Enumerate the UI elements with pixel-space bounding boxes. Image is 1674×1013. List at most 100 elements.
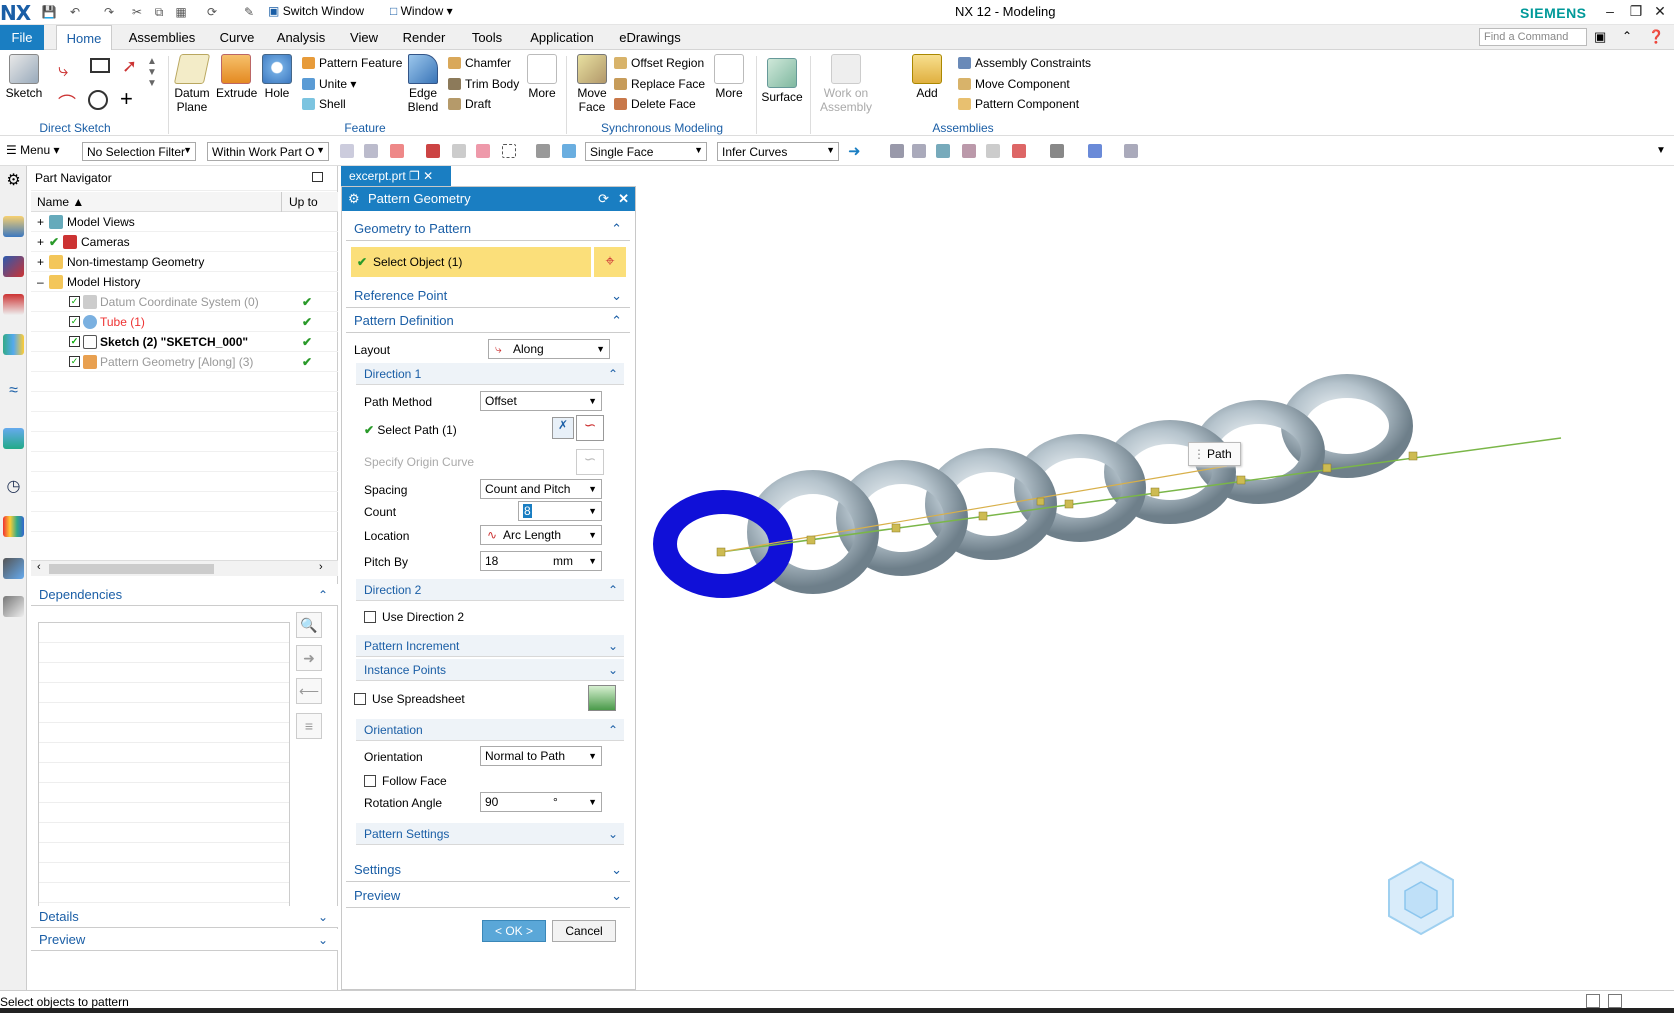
tree-row-model-views[interactable]: + Model Views xyxy=(31,212,338,232)
tab-edrawings[interactable]: eDrawings xyxy=(612,25,688,50)
settings-section[interactable]: Settings ⌄ xyxy=(346,858,630,882)
delete-face-button[interactable]: Delete Face xyxy=(614,97,696,111)
layer-icon[interactable] xyxy=(1050,144,1064,158)
pattern-definition-section[interactable]: Pattern Definition ⌃ xyxy=(346,309,630,333)
magnifier-icon[interactable]: 🔍 xyxy=(296,612,322,638)
copy-icon[interactable]: ⧉ xyxy=(150,4,168,20)
select-features-icon[interactable] xyxy=(426,144,440,158)
cut-icon[interactable]: ✂ xyxy=(128,4,146,20)
tab-view[interactable]: View xyxy=(342,25,386,50)
scroll-left-icon[interactable]: ‹ xyxy=(37,561,41,573)
constraint-navigator-icon[interactable] xyxy=(3,294,24,315)
draft-button[interactable]: Draft xyxy=(448,97,491,111)
graphics-viewport[interactable]: ⋮ Path xyxy=(637,186,1674,990)
spreadsheet-icon[interactable] xyxy=(588,685,616,711)
help-icon[interactable]: ❓ xyxy=(1648,29,1664,45)
snap-point-icon[interactable] xyxy=(390,144,404,158)
dependencies-section[interactable]: Dependencies ⌃ xyxy=(31,584,338,606)
selection-filter-dropdown[interactable]: No Selection Filter ▼ xyxy=(82,142,196,161)
visibility-checkbox[interactable]: ✓ xyxy=(69,356,80,367)
status-icon[interactable] xyxy=(1586,994,1600,1008)
offset-region-button[interactable]: Offset Region xyxy=(614,56,704,70)
close-tab-icon[interactable]: ✕ xyxy=(423,169,433,183)
column-name[interactable]: Name ▲ xyxy=(37,195,84,209)
tree-row-datum-csys[interactable]: ✓ Datum Coordinate System (0) ✔ xyxy=(31,292,338,312)
select-hidden-icon[interactable] xyxy=(452,144,466,158)
select-face-icon[interactable] xyxy=(562,144,576,158)
web-browser-icon[interactable]: ≈ xyxy=(3,382,24,403)
tree-row-tube[interactable]: ✓ Tube (1) ✔ xyxy=(31,312,338,332)
full-screen-icon[interactable] xyxy=(1608,994,1622,1008)
sketch-gallery-icon[interactable]: ▲ ▼ ▼ xyxy=(147,56,157,89)
face-rule-dropdown[interactable]: Single Face ▼ xyxy=(585,142,707,161)
direction1-section[interactable]: Direction 1 ⌃ xyxy=(356,363,624,385)
repeat-command-icon[interactable]: ⟳ xyxy=(203,4,221,20)
count-input[interactable]: 8 ▼ xyxy=(518,501,602,521)
expand-icon[interactable]: + xyxy=(37,212,44,232)
select-object-field[interactable]: ✔ Select Object (1) xyxy=(351,247,591,277)
window-menu[interactable]: □ Window ▾ xyxy=(390,4,453,18)
assembly-constraints-button[interactable]: Assembly Constraints xyxy=(958,56,1091,70)
pan-icon[interactable] xyxy=(962,144,976,158)
pattern-component-button[interactable]: Pattern Component xyxy=(958,97,1079,111)
expand-icon[interactable]: + xyxy=(37,252,44,272)
edge-blend-button[interactable]: Edge Blend xyxy=(402,54,444,114)
tree-row-model-history[interactable]: – Model History xyxy=(31,272,338,292)
curve-rule-dropdown[interactable]: Infer Curves ▼ xyxy=(717,142,839,161)
hole-button[interactable]: Hole xyxy=(260,54,294,100)
follow-face-checkbox[interactable] xyxy=(364,775,376,787)
orientation-dropdown[interactable]: Normal to Path ▼ xyxy=(480,746,602,766)
scroll-right-icon[interactable]: › xyxy=(319,561,323,573)
line-icon[interactable]: ➚ xyxy=(122,56,137,77)
sketch-button[interactable]: Sketch xyxy=(4,54,44,100)
view-cube-icon[interactable] xyxy=(1088,144,1102,158)
maximize-icon[interactable] xyxy=(312,172,323,182)
use-direction2-checkbox[interactable] xyxy=(364,611,376,623)
instance-points-section[interactable]: Instance Points ⌄ xyxy=(356,659,624,681)
arrow-right-icon[interactable]: ➜ xyxy=(848,142,861,160)
undo-icon[interactable]: ↶ xyxy=(66,4,84,20)
direction2-section[interactable]: Direction 2 ⌃ xyxy=(356,579,624,601)
expand-icon[interactable]: + xyxy=(37,232,44,252)
path-method-dropdown[interactable]: Offset ▼ xyxy=(480,391,602,411)
close-icon[interactable]: ✕ xyxy=(618,187,629,211)
zoom-icon[interactable] xyxy=(912,144,926,158)
menu-button[interactable]: ☰ Menu ▾ xyxy=(6,143,60,157)
rotation-angle-input[interactable]: 90 ° ▼ xyxy=(480,792,602,812)
more-sync-button[interactable]: More xyxy=(712,54,746,100)
cancel-button[interactable]: Cancel xyxy=(552,920,616,942)
tree-row-pattern-geometry[interactable]: ✓ Pattern Geometry [Along] (3) ✔ xyxy=(31,352,338,372)
save-icon[interactable]: 💾 xyxy=(40,4,58,20)
location-dropdown[interactable]: ∿ Arc Length ▼ xyxy=(480,525,602,545)
profile-icon[interactable]: ⤷ xyxy=(58,60,68,81)
selection-scope-dropdown[interactable]: Within Work Part O ▼ xyxy=(207,142,329,161)
select-bodies-icon[interactable] xyxy=(476,144,490,158)
arrow-back-icon[interactable]: ⟵ xyxy=(296,678,322,704)
process-studio-icon[interactable] xyxy=(3,596,24,617)
move-face-button[interactable]: Move Face xyxy=(572,54,612,114)
paste-icon[interactable]: ▦ xyxy=(172,4,190,20)
reset-icon[interactable]: ⟳ xyxy=(598,187,609,211)
rectangle-icon[interactable] xyxy=(90,58,110,73)
pattern-settings-section[interactable]: Pattern Settings ⌄ xyxy=(356,823,624,845)
collapse-ribbon-icon[interactable]: ⌃ xyxy=(1622,29,1632,43)
tab-application[interactable]: Application xyxy=(522,25,602,50)
add-component-button[interactable]: Add xyxy=(910,54,944,100)
unite-button[interactable]: Unite ▾ xyxy=(302,77,356,91)
scrollbar-thumb[interactable] xyxy=(49,564,214,574)
geometry-to-pattern-section[interactable]: Geometry to Pattern ⌃ xyxy=(346,217,630,241)
orientation-section[interactable]: Orientation ⌃ xyxy=(356,719,624,741)
preview-section[interactable]: Preview ⌄ xyxy=(31,929,338,951)
gear-icon[interactable]: ⚙ xyxy=(3,170,24,191)
column-up-to[interactable]: Up to xyxy=(289,195,318,209)
tab-render[interactable]: Render xyxy=(396,25,452,50)
fit-view-icon[interactable] xyxy=(890,144,904,158)
origin-curve-icon[interactable]: ∽ xyxy=(576,449,604,475)
switch-window-button[interactable]: ▣ Switch Window xyxy=(268,4,364,18)
horizontal-scrollbar[interactable]: ‹ › xyxy=(31,560,338,576)
reverse-direction-icon[interactable]: ✗ xyxy=(552,417,574,439)
part-navigator-icon[interactable] xyxy=(3,216,24,237)
system-materials-icon[interactable] xyxy=(3,558,24,579)
move-component-button[interactable]: Move Component xyxy=(958,77,1070,91)
tab-file[interactable]: File xyxy=(0,25,44,50)
